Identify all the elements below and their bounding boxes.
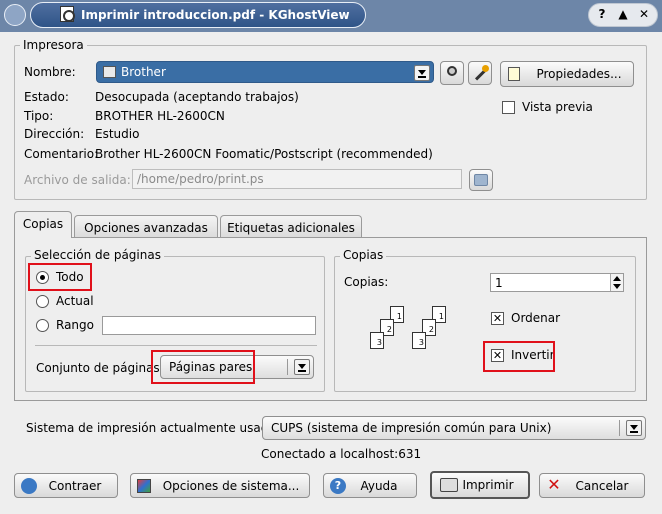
printer-icon <box>103 66 116 78</box>
tab-advanced-options[interactable]: Opciones avanzadas <box>74 215 218 238</box>
window-menu-button[interactable] <box>4 4 26 26</box>
print-button[interactable]: Imprimir <box>430 471 530 499</box>
sheet-icon: 3 <box>370 332 384 349</box>
print-preview-icon <box>60 6 75 22</box>
system-options-button[interactable]: Opciones de sistema... <box>130 473 310 498</box>
properties-button[interactable]: Propiedades... <box>500 61 634 87</box>
spin-up-icon <box>613 276 621 281</box>
spin-down-icon <box>613 284 621 289</box>
collate-label: Ordenar <box>511 311 561 325</box>
edit-icon <box>508 67 520 81</box>
collate-illustration: 1 2 3 1 2 3 <box>370 306 480 362</box>
close-icon[interactable]: ✕ <box>636 6 652 22</box>
combo-separator <box>619 420 620 436</box>
copies-count-input[interactable]: 1 <box>490 273 624 292</box>
system-options-icon <box>137 479 151 493</box>
collapse-icon <box>21 478 37 494</box>
preview-label: Vista previa <box>522 100 593 114</box>
browse-button[interactable] <box>469 169 493 191</box>
output-file-input[interactable]: /home/pedro/print.ps <box>132 169 462 189</box>
sheet-icon: 3 <box>412 332 426 349</box>
chevron-down-icon <box>626 420 642 436</box>
radio-range-label: Rango <box>56 318 94 332</box>
printer-address-label: Dirección: <box>24 127 85 141</box>
printer-group-label: Impresora <box>20 38 87 52</box>
page-set-label: Conjunto de páginas: <box>36 361 164 375</box>
radio-current-label: Actual <box>56 294 94 308</box>
help-icon: ? <box>330 478 346 494</box>
properties-button-label: Propiedades... <box>536 67 622 81</box>
printer-name-select[interactable]: Brother <box>96 61 434 83</box>
copies-group-label: Copias <box>340 248 387 262</box>
cancel-button[interactable]: ✕ Cancelar <box>539 473 645 498</box>
preview-checkbox[interactable] <box>502 101 515 114</box>
window-title: Imprimir introduccion.pdf - KGhostView <box>30 2 366 28</box>
active-tab-join <box>15 236 71 239</box>
range-input[interactable] <box>102 316 316 335</box>
printer-comment-value: Brother HL-2600CN Foomatic/Postscript (r… <box>95 147 433 161</box>
print-system-value: CUPS (sistema de impresión común para Un… <box>271 421 552 435</box>
printer-type-value: BROTHER HL-2600CN <box>95 109 225 123</box>
collate-checkbox[interactable]: ✕ <box>491 312 504 325</box>
tab-copies[interactable]: Copias <box>14 211 72 238</box>
printer-comment-label: Comentario: <box>24 147 99 161</box>
wand-star-icon <box>482 65 489 72</box>
chevron-down-icon <box>294 359 310 375</box>
chevron-down-icon <box>414 65 430 81</box>
output-file-label: Archivo de salida: <box>24 173 131 187</box>
cancel-icon: ✕ <box>547 475 561 494</box>
radio-range[interactable] <box>36 319 49 332</box>
printer-icon <box>440 478 458 492</box>
radio-current[interactable] <box>36 295 49 308</box>
connection-status: Conectado a localhost:631 <box>261 447 422 461</box>
highlight-reverse <box>483 341 555 372</box>
printer-state-value: Desocupada (aceptando trabajos) <box>95 90 299 104</box>
printer-address-value: Estudio <box>95 127 140 141</box>
printer-type-label: Tipo: <box>24 109 54 123</box>
printer-state-label: Estado: <box>24 90 69 104</box>
print-system-label: Sistema de impresión actualmente usado: <box>26 421 280 435</box>
folder-icon <box>474 174 488 186</box>
combo-separator <box>287 359 288 375</box>
page-selection-label: Selección de páginas <box>31 248 164 262</box>
wizard-button[interactable] <box>468 61 492 85</box>
page-selection-divider <box>35 345 317 346</box>
print-system-select[interactable]: CUPS (sistema de impresión común para Un… <box>262 416 646 440</box>
copies-spinner[interactable] <box>610 274 623 291</box>
filter-button[interactable] <box>440 61 464 85</box>
printer-name-label: Nombre: <box>24 65 76 79</box>
highlight-all <box>28 263 92 291</box>
filter-icon <box>447 66 457 76</box>
help-icon[interactable]: ? <box>594 6 610 22</box>
collapse-button[interactable]: Contraer <box>14 473 118 498</box>
printer-name-value: Brother <box>121 65 166 79</box>
highlight-page-set <box>151 350 255 384</box>
copies-count-label: Copias: <box>344 275 389 289</box>
system-options-button-label: Opciones de sistema... <box>162 478 300 493</box>
help-button[interactable]: ? Ayuda <box>323 473 417 498</box>
maximize-icon[interactable]: ▲ <box>615 6 631 22</box>
tab-additional-tags[interactable]: Etiquetas adicionales <box>220 215 362 238</box>
